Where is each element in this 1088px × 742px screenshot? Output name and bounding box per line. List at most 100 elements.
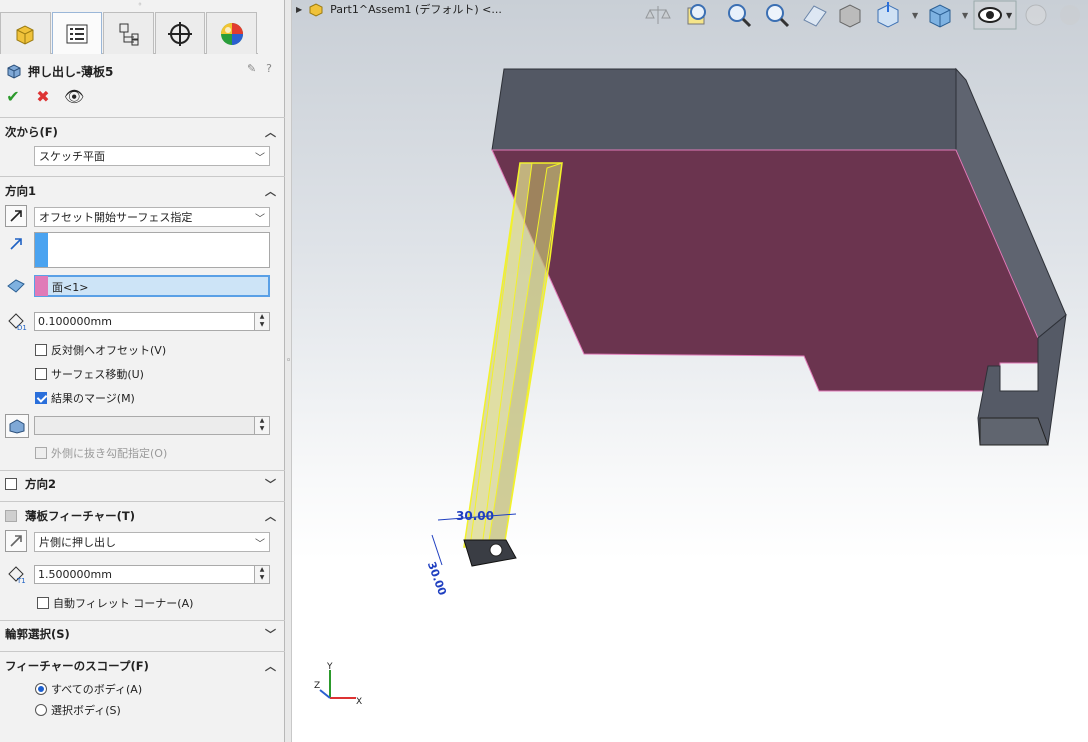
from-dropdown[interactable]: スケッチ平面 ﹀ [34, 146, 270, 166]
thin-type-dropdown[interactable]: 片側に押し出し ﹀ [34, 532, 270, 552]
all-bodies-radio[interactable]: すべてのボディ(A) [35, 681, 142, 697]
draft-outward-label: 外側に抜き勾配指定(O) [51, 447, 168, 460]
body-top-face [491, 68, 957, 151]
group-feature-scope-label: フィーチャーのスコープ(F) [5, 659, 149, 673]
preview-eye-icon[interactable]: 👁 [64, 88, 84, 106]
thickness-input[interactable]: 1.500000mm ▲ ▼ [34, 565, 270, 584]
tab-display-manager[interactable] [206, 12, 257, 54]
tab-dimxpert-manager[interactable] [154, 12, 206, 54]
group-direction2-label: 方向2 [25, 477, 57, 491]
draft-angle-input[interactable]: ▲ ▼ [34, 416, 270, 435]
chevron-up-icon[interactable]: ︿ [265, 183, 276, 199]
tab-feature-manager[interactable] [0, 12, 51, 54]
property-manager-icon [66, 24, 88, 43]
chevron-down-icon[interactable]: ﹀ [265, 476, 276, 492]
group-feature-scope-header[interactable]: フィーチャーのスコープ(F) ︿ [5, 657, 279, 675]
group-thin-feature-header[interactable]: 薄板フィーチャー(T) ︿ [5, 507, 279, 525]
detailed-preview-icon[interactable]: ✎ [247, 62, 256, 75]
checkbox-box[interactable] [35, 368, 47, 380]
reverse-direction-button[interactable] [5, 205, 27, 227]
selection-color-bar [35, 233, 48, 267]
end-condition-dropdown[interactable]: オフセット開始サーフェス指定 ﹀ [34, 207, 270, 227]
confirm-actions: ✔ ✖ 👁 [4, 88, 84, 106]
axis-x-label: X [356, 697, 362, 707]
sketch-profile [463, 539, 517, 567]
merge-result-label: 結果のマージ(M) [51, 392, 135, 405]
spin-buttons[interactable]: ▲ ▼ [254, 417, 269, 434]
notch-bottom [979, 417, 1049, 446]
coordinate-triad: Y X Z [314, 662, 362, 707]
draft-icon [9, 419, 25, 434]
divider [0, 501, 285, 502]
divider [0, 651, 285, 652]
feature-title: 押し出し-薄板5 [28, 64, 114, 79]
merge-result-checkbox[interactable]: 結果のマージ(M) [35, 390, 135, 406]
ok-check-icon[interactable]: ✔ [4, 88, 22, 106]
svg-text:T1: T1 [16, 577, 26, 584]
feature-title-row: 押し出し-薄板5 ✎ ? [6, 62, 278, 80]
radio-button[interactable] [35, 704, 47, 716]
draft-outward-checkbox[interactable]: 外側に抜き勾配指定(O) [35, 445, 167, 461]
auto-fillet-checkbox[interactable]: 自動フィレット コーナー(A) [37, 595, 193, 611]
thin-reverse-button[interactable] [5, 530, 27, 552]
thin-feature-checkbox[interactable] [5, 510, 17, 522]
spin-buttons[interactable]: ▲ ▼ [254, 313, 269, 330]
thin-type-value: 片側に押し出し [39, 536, 116, 549]
group-from-header[interactable]: 次から(F) ︿ [5, 123, 279, 141]
offset-distance-icon: D1 [6, 311, 28, 334]
checkbox-box[interactable] [35, 447, 47, 459]
tab-configuration-manager[interactable] [103, 12, 154, 54]
divider [0, 620, 285, 621]
checkbox-box[interactable] [35, 392, 47, 404]
panel-splitter[interactable]: ◦ [285, 0, 292, 742]
extrude-feature-icon [7, 64, 21, 79]
divider [0, 117, 285, 118]
group-contour-select-header[interactable]: 輪郭選択(S) ﹀ [5, 625, 279, 643]
all-bodies-label: すべてのボディ(A) [51, 683, 143, 696]
splitter-grip-icon[interactable]: ◦ [286, 356, 291, 370]
thickness-value: 1.500000mm [38, 568, 112, 581]
axis-z-label: Z [314, 681, 320, 691]
arrow-diagonal-icon [10, 535, 22, 547]
sketch-point [489, 543, 503, 557]
svg-text:D1: D1 [17, 324, 27, 331]
group-direction1-header[interactable]: 方向1 ︿ [5, 182, 279, 200]
graphics-viewport[interactable]: ▶ Part1^Assem1 (デフォルト) <... ▼ ▼ ▼ 30.00 … [292, 0, 1088, 742]
spin-buttons[interactable]: ▲ ▼ [254, 566, 269, 583]
chevron-up-icon[interactable]: ︿ [265, 124, 276, 140]
face-selection-box[interactable]: 面<1> [34, 275, 270, 297]
direction2-checkbox[interactable] [5, 478, 17, 490]
offset-distance-input[interactable]: 0.100000mm ▲ ▼ [34, 312, 270, 331]
crosshair-icon [168, 21, 193, 46]
group-direction1-label: 方向1 [5, 184, 37, 198]
cancel-x-icon[interactable]: ✖ [34, 88, 52, 106]
face-selection-icon [6, 278, 26, 297]
checkbox-box[interactable] [37, 597, 49, 609]
reverse-offset-checkbox[interactable]: 反対側へオフセット(V) [35, 342, 166, 358]
help-icon[interactable]: ? [266, 62, 272, 75]
chevron-down-icon: ﹀ [255, 539, 265, 550]
group-contour-select-label: 輪郭選択(S) [5, 627, 70, 641]
thickness-icon: T1 [6, 564, 28, 587]
direction-selection-box[interactable] [34, 232, 270, 268]
chevron-up-icon[interactable]: ︿ [265, 508, 276, 524]
panel-resize-handle[interactable]: ◦ [135, 0, 145, 10]
end-condition-value: オフセット開始サーフェス指定 [39, 211, 193, 224]
chevron-down-icon[interactable]: ﹀ [265, 626, 276, 642]
feature-manager-icon [16, 24, 34, 45]
direction-vector-icon [9, 237, 23, 254]
draft-toggle-button[interactable] [5, 414, 29, 438]
manager-tabs [0, 12, 258, 54]
checkbox-box[interactable] [35, 344, 47, 356]
tab-property-manager[interactable] [51, 12, 103, 54]
arrow-diagonal-icon [10, 210, 22, 222]
selected-face [491, 149, 1039, 392]
axis-y-label: Y [326, 662, 333, 672]
group-direction2-header[interactable]: 方向2 ﹀ [5, 475, 279, 493]
face-selection-value: 面<1> [52, 281, 89, 294]
selected-bodies-radio[interactable]: 選択ボディ(S) [35, 702, 121, 718]
translate-surface-label: サーフェス移動(U) [51, 368, 144, 381]
chevron-up-icon[interactable]: ︿ [265, 658, 276, 674]
translate-surface-checkbox[interactable]: サーフェス移動(U) [35, 366, 144, 382]
radio-button[interactable] [35, 683, 47, 695]
